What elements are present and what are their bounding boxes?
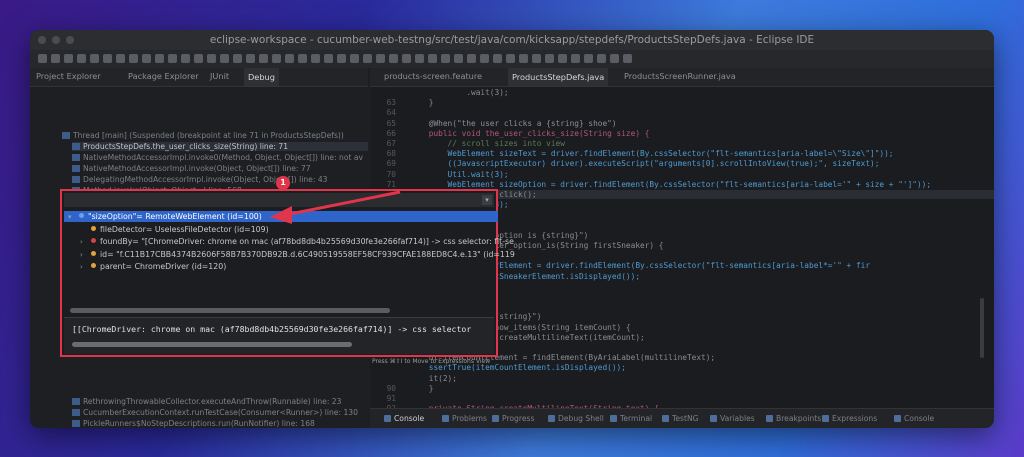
annotation-arrow [270, 190, 401, 224]
annotation-badge: 1 [276, 176, 290, 190]
arrow-head [270, 206, 292, 224]
arrow-shaft [289, 190, 401, 216]
